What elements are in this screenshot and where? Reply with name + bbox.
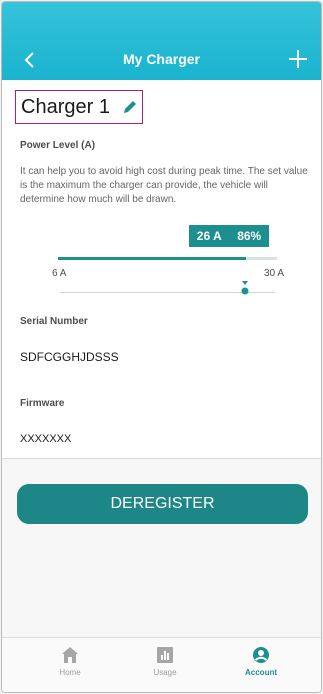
current-amps: 26 A xyxy=(196,229,222,243)
slider-handle-icon[interactable] xyxy=(240,281,250,295)
bottom-tab-bar: Home Usage Account xyxy=(2,637,321,692)
slider-max-label: 30 A xyxy=(264,268,285,279)
tab-account-label: Account xyxy=(245,668,277,677)
tab-usage[interactable]: Usage xyxy=(135,646,195,677)
serial-number-value: SDFCGGHJDSSS xyxy=(20,350,119,364)
power-level-badge: 26 A 86% xyxy=(189,225,269,247)
account-icon xyxy=(253,647,269,663)
firmware-value: XXXXXXX xyxy=(20,433,72,445)
edit-pencil-icon[interactable] xyxy=(122,99,138,115)
app-header: My Charger xyxy=(2,2,321,80)
page-title: My Charger xyxy=(122,51,201,67)
deregister-button[interactable]: DEREGISTER xyxy=(17,484,308,524)
charger-name: Charger 1 xyxy=(21,96,110,118)
power-description: It can help you to avoid high cost durin… xyxy=(20,166,308,205)
slider-min-label: 6 A xyxy=(52,268,67,279)
tab-home[interactable]: Home xyxy=(40,646,100,677)
tab-home-label: Home xyxy=(59,668,81,677)
current-percent: 86% xyxy=(237,229,262,243)
bar-chart-icon xyxy=(157,647,173,663)
serial-number-label: Serial Number xyxy=(20,316,88,327)
charger-name-field[interactable]: Charger 1 xyxy=(15,90,143,124)
app-screen: My Charger Charger 1 Power Level (A) It … xyxy=(1,1,322,693)
power-slider-fill xyxy=(58,257,247,260)
add-icon[interactable] xyxy=(287,48,309,70)
home-icon xyxy=(62,647,78,663)
power-level-label: Power Level (A) xyxy=(20,140,96,151)
tab-usage-label: Usage xyxy=(153,668,177,677)
firmware-label: Firmware xyxy=(20,398,65,409)
power-slider-track[interactable] xyxy=(58,257,277,260)
tab-account[interactable]: Account xyxy=(231,646,291,677)
